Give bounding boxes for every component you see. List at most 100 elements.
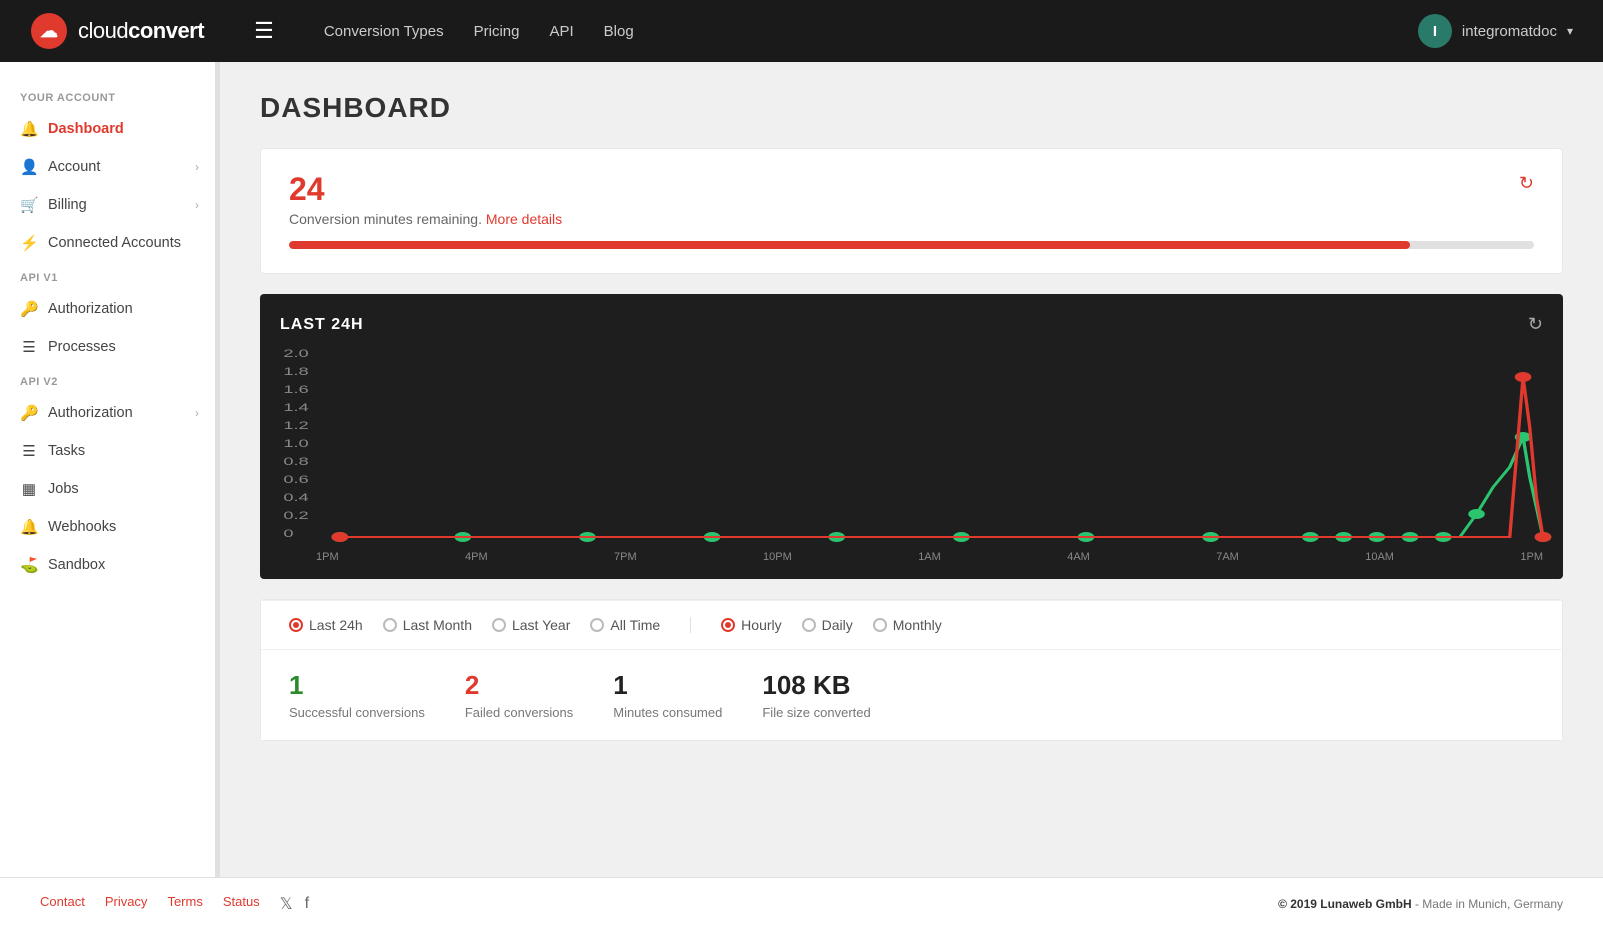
- hamburger-button[interactable]: ☰: [254, 18, 274, 44]
- bell-icon: 🔔: [20, 120, 38, 138]
- account-chevron-icon: ›: [195, 160, 199, 174]
- filter-last-year[interactable]: Last Year: [492, 617, 570, 633]
- filter-row: Last 24h Last Month Last Year All Time: [261, 600, 1562, 649]
- svg-text:1.8: 1.8: [283, 366, 308, 378]
- chart-area: 2.0 1.8 1.6 1.4 1.2 1.0 0.8 0.6 0.4 0.2 …: [280, 347, 1543, 547]
- sidebar-item-dashboard-label: Dashboard: [48, 121, 124, 137]
- radio-last-24h: [289, 618, 303, 632]
- sidebar-item-account[interactable]: 👤 Account ›: [0, 148, 219, 186]
- sidebar-item-auth-v1[interactable]: 🔑 Authorization: [0, 290, 219, 328]
- footer-link-contact[interactable]: Contact: [40, 894, 85, 914]
- radio-hourly: [721, 618, 735, 632]
- chart-refresh-icon[interactable]: ↻: [1528, 314, 1543, 335]
- filter-all-time-label: All Time: [610, 617, 660, 633]
- list-icon-processes: ☰: [20, 338, 38, 356]
- filter-daily[interactable]: Daily: [802, 617, 853, 633]
- billing-chevron-icon: ›: [195, 198, 199, 212]
- sidebar-item-sandbox[interactable]: ⛳ Sandbox: [0, 546, 219, 584]
- nav-links: Conversion Types Pricing API Blog: [324, 23, 634, 40]
- svg-text:1.0: 1.0: [283, 438, 308, 450]
- x-label-1pm-end: 1PM: [1520, 551, 1543, 563]
- sidebar-item-tasks[interactable]: ☰ Tasks: [0, 432, 219, 470]
- chart-x-labels: 1PM 4PM 7PM 10PM 1AM 4AM 7AM 10AM 1PM: [280, 551, 1543, 563]
- logo-text: cloudconvert: [78, 18, 204, 44]
- twitter-icon[interactable]: 𝕏: [280, 894, 293, 914]
- progress-bar: [289, 241, 1534, 249]
- sandbox-icon: ⛳: [20, 556, 38, 574]
- nav-link-api[interactable]: API: [549, 23, 573, 40]
- x-label-10pm: 10PM: [763, 551, 792, 563]
- more-details-link[interactable]: More details: [486, 211, 562, 227]
- footer-social: 𝕏 f: [280, 894, 309, 914]
- x-label-4am: 4AM: [1067, 551, 1090, 563]
- sidebar-item-jobs[interactable]: ▦ Jobs: [0, 470, 219, 508]
- filter-divider: [690, 617, 691, 633]
- page-title: DASHBOARD: [260, 92, 1563, 124]
- chart-title: LAST 24H: [280, 316, 364, 334]
- filter-last-month-label: Last Month: [403, 617, 472, 633]
- logo[interactable]: ☁ cloudconvert: [30, 12, 204, 50]
- stat-minutes-num: 1: [613, 670, 722, 701]
- radio-last-year: [492, 618, 506, 632]
- svg-text:1.6: 1.6: [283, 384, 308, 396]
- radio-all-time: [590, 618, 604, 632]
- svg-text:0: 0: [283, 528, 293, 540]
- footer-link-status[interactable]: Status: [223, 894, 260, 914]
- filter-last-month[interactable]: Last Month: [383, 617, 472, 633]
- sidebar-item-jobs-label: Jobs: [48, 481, 79, 497]
- sidebar-item-auth-v2[interactable]: 🔑 Authorization ›: [0, 394, 219, 432]
- nav-link-blog[interactable]: Blog: [604, 23, 634, 40]
- nav-link-pricing[interactable]: Pricing: [474, 23, 520, 40]
- radio-last-month: [383, 618, 397, 632]
- chart-card: LAST 24H ↻ 2.0 1.8 1.6 1.4 1.2 1.0 0.8 0…: [260, 294, 1563, 579]
- sidebar: YOUR ACCOUNT 🔔 Dashboard 👤 Account › 🛒 B…: [0, 62, 220, 877]
- radio-monthly: [873, 618, 887, 632]
- user-menu[interactable]: I integromatdoc ▾: [1418, 14, 1573, 48]
- filter-last-year-label: Last Year: [512, 617, 570, 633]
- stat-failed-conversions: 2 Failed conversions: [465, 670, 573, 720]
- key-icon-v1: 🔑: [20, 300, 38, 318]
- svg-text:☁: ☁: [40, 21, 58, 41]
- footer-link-privacy[interactable]: Privacy: [105, 894, 148, 914]
- chart-header-row: LAST 24H ↻: [280, 314, 1543, 335]
- sidebar-item-processes[interactable]: ☰ Processes: [0, 328, 219, 366]
- nav-link-conversion-types[interactable]: Conversion Types: [324, 23, 444, 40]
- stat-file-size: 108 KB File size converted: [762, 670, 870, 720]
- footer-link-terms[interactable]: Terms: [167, 894, 202, 914]
- x-label-7am: 7AM: [1216, 551, 1239, 563]
- filter-last-24h[interactable]: Last 24h: [289, 617, 363, 633]
- auth-v2-chevron-icon: ›: [195, 406, 199, 420]
- cart-icon: 🛒: [20, 196, 38, 214]
- sidebar-item-sandbox-label: Sandbox: [48, 557, 105, 573]
- conversion-refresh-icon[interactable]: ↻: [1519, 173, 1534, 194]
- sidebar-section-api-v1: API V1: [0, 262, 219, 290]
- grid-icon: ▦: [20, 480, 38, 498]
- svg-text:0.8: 0.8: [283, 456, 308, 468]
- user-menu-chevron-icon: ▾: [1567, 24, 1573, 38]
- sidebar-item-connected-accounts[interactable]: ⚡ Connected Accounts: [0, 224, 219, 262]
- filter-monthly[interactable]: Monthly: [873, 617, 942, 633]
- svg-text:1.4: 1.4: [283, 402, 308, 414]
- sidebar-item-dashboard[interactable]: 🔔 Dashboard: [0, 110, 219, 148]
- sidebar-item-webhooks-label: Webhooks: [48, 519, 116, 535]
- svg-text:0.6: 0.6: [283, 474, 308, 486]
- conversion-info: 24 Conversion minutes remaining. More de…: [289, 173, 562, 227]
- stat-failed-num: 2: [465, 670, 573, 701]
- stat-filesize-label: File size converted: [762, 705, 870, 720]
- main-content: DASHBOARD 24 Conversion minutes remainin…: [220, 62, 1603, 877]
- footer: Contact Privacy Terms Status 𝕏 f © 2019 …: [0, 877, 1603, 930]
- stat-failed-label: Failed conversions: [465, 705, 573, 720]
- user-avatar: I: [1418, 14, 1452, 48]
- stat-successful-label: Successful conversions: [289, 705, 425, 720]
- chart-svg: 2.0 1.8 1.6 1.4 1.2 1.0 0.8 0.6 0.4 0.2 …: [280, 347, 1543, 547]
- conversion-minutes-text: Conversion minutes remaining. More detai…: [289, 211, 562, 227]
- conversion-minutes-number: 24: [289, 173, 562, 205]
- sidebar-item-webhooks[interactable]: 🔔 Webhooks: [0, 508, 219, 546]
- svg-text:0.2: 0.2: [283, 510, 308, 522]
- sidebar-item-processes-label: Processes: [48, 339, 116, 355]
- sidebar-item-billing[interactable]: 🛒 Billing ›: [0, 186, 219, 224]
- filter-hourly[interactable]: Hourly: [721, 617, 781, 633]
- filter-all-time[interactable]: All Time: [590, 617, 660, 633]
- facebook-icon[interactable]: f: [305, 895, 309, 913]
- user-name[interactable]: integromatdoc: [1462, 23, 1557, 40]
